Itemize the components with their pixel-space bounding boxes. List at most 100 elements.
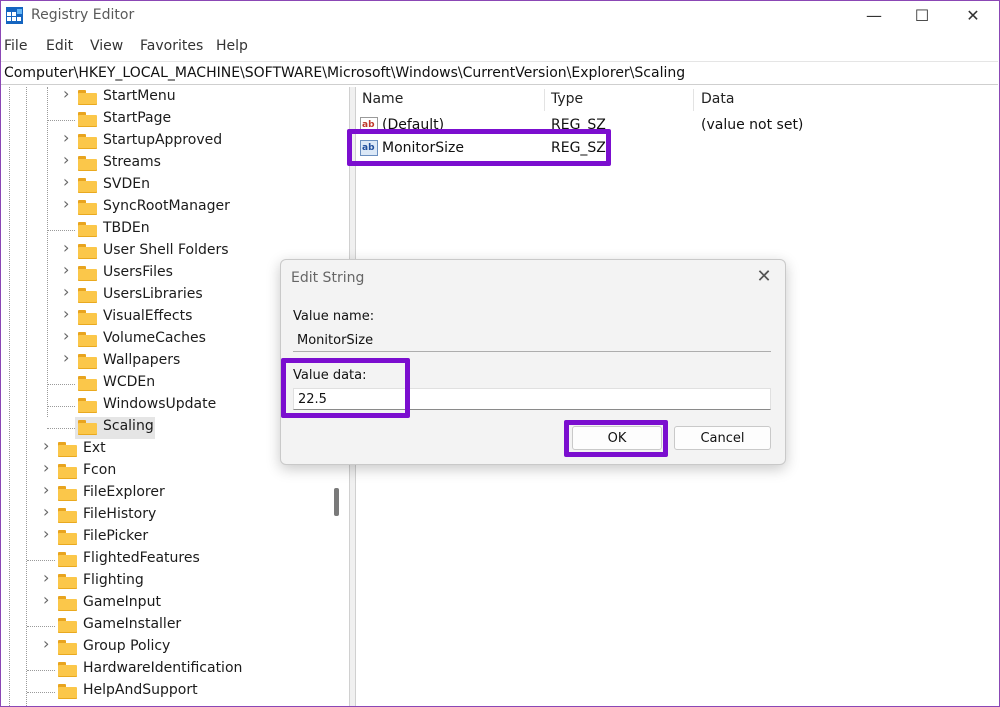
column-header-name[interactable]: Name: [362, 91, 403, 107]
tree-item[interactable]: › SyncRootManager: [1, 196, 321, 219]
chevron-right-icon[interactable]: ›: [63, 240, 73, 256]
chevron-right-icon[interactable]: ›: [63, 350, 73, 366]
tree-item-label: UsersLibraries: [103, 286, 203, 302]
chevron-right-icon[interactable]: ›: [63, 262, 73, 278]
chevron-right-icon[interactable]: ›: [63, 130, 73, 146]
registry-editor-icon: [6, 7, 23, 24]
tree-item[interactable]: GameInstaller: [1, 615, 321, 637]
address-bar[interactable]: Computer\HKEY_LOCAL_MACHINE\SOFTWARE\Mic…: [1, 61, 998, 85]
tree-item[interactable]: › FileHistory: [1, 504, 321, 527]
tree-item[interactable]: › StartupApproved: [1, 130, 321, 153]
tree-item[interactable]: › Group Policy: [1, 636, 321, 659]
chevron-right-icon[interactable]: ›: [43, 636, 53, 652]
tree-item[interactable]: HelpAndSupport: [1, 681, 321, 703]
tree-item[interactable]: WindowsUpdate: [1, 395, 321, 417]
tree-item-label: Wallpapers: [103, 352, 181, 368]
tree-item[interactable]: › UsersFiles: [1, 262, 321, 285]
address-path[interactable]: Computer\HKEY_LOCAL_MACHINE\SOFTWARE\Mic…: [4, 65, 685, 81]
value-name-label: Value name:: [293, 309, 375, 324]
chevron-right-icon[interactable]: ›: [63, 306, 73, 322]
menu-favorites[interactable]: Favorites: [140, 38, 203, 54]
tree-item-label: StartPage: [103, 110, 172, 126]
tree-item[interactable]: Scaling: [1, 417, 321, 439]
chevron-right-icon[interactable]: ›: [43, 482, 53, 498]
chevron-right-icon[interactable]: ›: [43, 504, 53, 520]
tree-item[interactable]: › User Shell Folders: [1, 240, 321, 263]
title-bar[interactable]: Registry Editor — ☐ ✕: [1, 1, 999, 32]
tree-connector-line: [47, 406, 75, 407]
chevron-right-icon[interactable]: ›: [43, 570, 53, 586]
tree-item[interactable]: HardwareIdentification: [1, 659, 321, 681]
folder-icon: [78, 90, 97, 105]
column-header-data[interactable]: Data: [701, 91, 734, 107]
tree-item[interactable]: TBDEn: [1, 219, 321, 241]
tree-item-label: Streams: [103, 154, 161, 170]
tree-item[interactable]: › FileExplorer: [1, 482, 321, 505]
menu-help[interactable]: Help: [216, 38, 248, 54]
chevron-right-icon[interactable]: ›: [43, 438, 53, 454]
dialog-close-icon[interactable]: ✕: [753, 266, 775, 288]
cancel-button[interactable]: Cancel: [674, 426, 771, 450]
close-button[interactable]: ✕: [949, 1, 997, 32]
tree-item-label: FileExplorer: [83, 484, 165, 500]
value-name-field: MonitorSize: [293, 330, 771, 352]
tree-item[interactable]: FlightedFeatures: [1, 549, 321, 571]
tree-item[interactable]: › UsersLibraries: [1, 284, 321, 307]
dialog-title: Edit String: [291, 270, 365, 286]
folder-icon: [78, 354, 97, 369]
tree-item[interactable]: › Flighting: [1, 570, 321, 593]
chevron-right-icon[interactable]: ›: [63, 174, 73, 190]
chevron-right-icon[interactable]: ›: [63, 328, 73, 344]
tree-connector-line: [47, 384, 75, 385]
folder-icon: [58, 596, 77, 611]
menu-edit[interactable]: Edit: [46, 38, 73, 54]
tree-item[interactable]: › FilePicker: [1, 526, 321, 549]
tree-item-label: TBDEn: [103, 220, 150, 236]
column-separator[interactable]: [693, 89, 694, 111]
chevron-right-icon[interactable]: ›: [43, 460, 53, 476]
tree-connector-line: [27, 626, 55, 627]
tree-item[interactable]: › GameInput: [1, 592, 321, 615]
column-separator[interactable]: [544, 89, 545, 111]
tree-item-label: GameInstaller: [83, 616, 182, 632]
tree-item[interactable]: › Streams: [1, 152, 321, 175]
tree-connector-line: [47, 230, 75, 231]
chevron-right-icon[interactable]: ›: [43, 526, 53, 542]
tree-item[interactable]: StartPage: [1, 109, 321, 131]
tree-item[interactable]: › VolumeCaches: [1, 328, 321, 351]
tree-item[interactable]: › Fcon: [1, 460, 321, 483]
chevron-right-icon[interactable]: ›: [63, 196, 73, 212]
maximize-button[interactable]: ☐: [898, 1, 946, 32]
folder-icon: [58, 464, 77, 479]
tree-item[interactable]: WCDEn: [1, 373, 321, 395]
tree-item[interactable]: › SVDEn: [1, 174, 321, 197]
folder-icon: [58, 486, 77, 501]
tree-item[interactable]: › StartMenu: [1, 87, 321, 109]
column-header-type[interactable]: Type: [551, 91, 583, 107]
chevron-right-icon[interactable]: ›: [43, 592, 53, 608]
menu-view[interactable]: View: [90, 38, 123, 54]
window-title: Registry Editor: [31, 7, 135, 23]
folder-icon: [78, 398, 97, 413]
folder-icon: [58, 574, 77, 589]
chevron-right-icon[interactable]: ›: [63, 284, 73, 300]
minimize-button[interactable]: —: [850, 1, 898, 32]
tree-item-label: StartMenu: [103, 88, 176, 104]
tree-item-label: GameInput: [83, 594, 161, 610]
tree-item-label: Flighting: [83, 572, 144, 588]
tree-item-label: SyncRootManager: [103, 198, 230, 214]
folder-icon: [78, 266, 97, 281]
tree-scrollbar-thumb[interactable]: [334, 488, 339, 516]
chevron-right-icon[interactable]: ›: [63, 87, 73, 102]
tree-item[interactable]: › Ext: [1, 438, 321, 461]
tree-item[interactable]: › Wallpapers: [1, 350, 321, 373]
tree-connector-line: [27, 692, 55, 693]
tree-item[interactable]: › VisualEffects: [1, 306, 321, 329]
folder-icon: [78, 200, 97, 215]
chevron-right-icon[interactable]: ›: [63, 152, 73, 168]
folder-icon: [58, 640, 77, 655]
menu-bar: File Edit View Favorites Help: [1, 35, 999, 57]
tree-item-label: HardwareIdentification: [83, 660, 243, 676]
tree-item-label: SVDEn: [103, 176, 150, 192]
menu-file[interactable]: File: [4, 38, 27, 54]
